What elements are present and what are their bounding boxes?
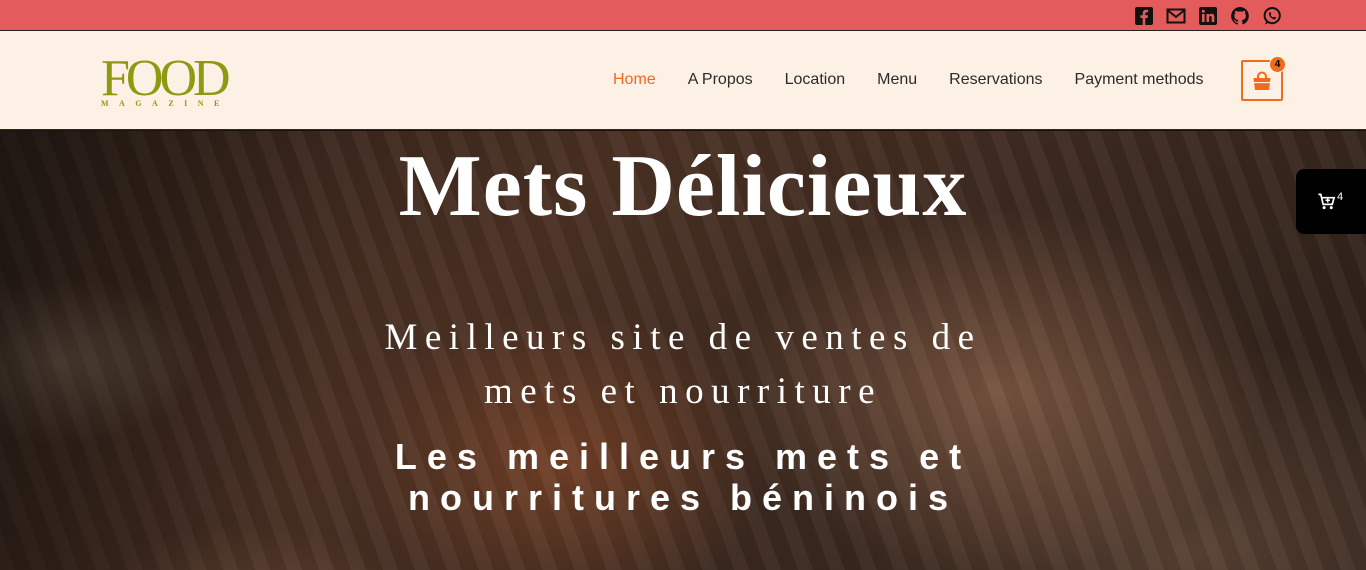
cart-count-badge: 4 <box>1269 56 1286 73</box>
shopping-bag-icon <box>1253 71 1271 90</box>
hero-tagline: Les meilleurs mets et nourritures bénino… <box>394 436 972 518</box>
food-magazine-logo[interactable]: FOOD MAGAZINE <box>101 50 266 111</box>
linkedin-icon[interactable] <box>1197 6 1218 26</box>
nav-home[interactable]: Home <box>597 69 672 91</box>
floating-cart-button[interactable]: 4 <box>1296 169 1366 234</box>
logo-word: FOOD <box>101 50 231 107</box>
hero-subtitle: Meilleurs site de ventes de mets et nour… <box>384 317 982 412</box>
mail-icon[interactable] <box>1165 6 1186 26</box>
cart-button[interactable]: 4 <box>1241 56 1286 101</box>
nav-a-propos[interactable]: A Propos <box>672 69 769 91</box>
nav-reservations[interactable]: Reservations <box>933 69 1058 91</box>
cart-icon <box>1318 193 1336 210</box>
github-icon[interactable] <box>1229 6 1250 26</box>
main-nav: Home A Propos Location Menu Reservations… <box>597 69 1219 91</box>
whatsapp-icon[interactable] <box>1261 6 1282 26</box>
floating-cart-count: 4 <box>1337 191 1344 203</box>
nav-location[interactable]: Location <box>769 69 862 91</box>
site-header: FOOD MAGAZINE Home A Propos Location Men… <box>0 31 1366 130</box>
social-bar <box>0 0 1366 31</box>
nav-menu[interactable]: Menu <box>861 69 933 91</box>
hero-section: Mets Délicieux Meilleurs site de ventes … <box>0 131 1366 570</box>
social-links <box>1133 6 1282 26</box>
logo-subtitle: MAGAZINE <box>101 99 230 108</box>
facebook-icon[interactable] <box>1133 6 1154 26</box>
hero-title: Mets Délicieux <box>398 138 968 235</box>
nav-payment-methods[interactable]: Payment methods <box>1059 69 1220 91</box>
